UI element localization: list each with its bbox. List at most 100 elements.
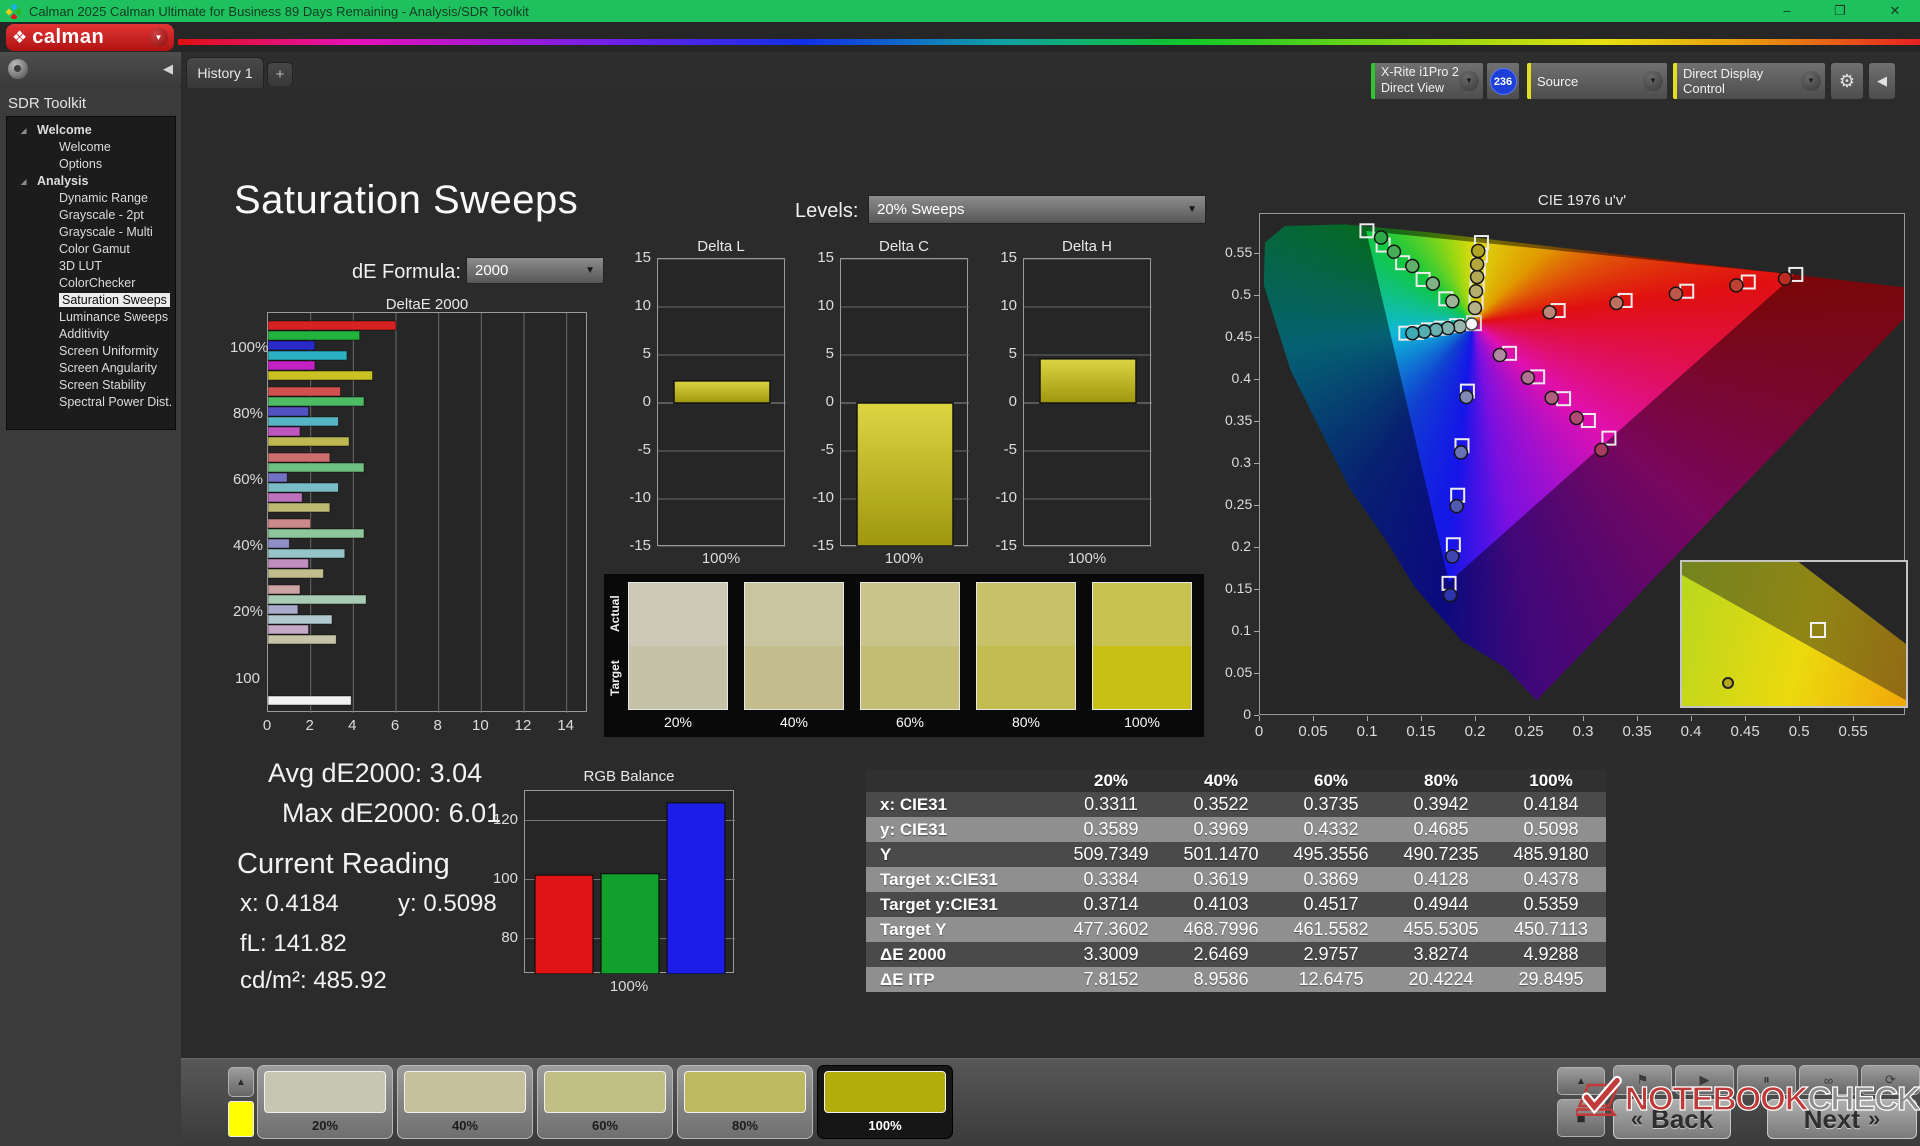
workflow-orb-button[interactable] (8, 59, 28, 79)
transport-loop-button[interactable]: ∞ (1799, 1065, 1858, 1095)
swatch-label: 80% (976, 714, 1076, 730)
sidebar-item-label: Analysis (37, 174, 88, 188)
sidebar-item-saturation-sweeps[interactable]: Saturation Sweeps (7, 292, 175, 309)
table-row-label: ΔE ITP (866, 970, 1056, 990)
table-row-label: Target y:CIE31 (866, 895, 1056, 915)
sidebar-item-colorchecker[interactable]: ColorChecker (7, 275, 175, 292)
delta_l-y-tick: -10 (613, 489, 651, 506)
sidebar-item-luminance-sweeps[interactable]: Luminance Sweeps (7, 309, 175, 326)
table-value-cell: 0.4103 (1166, 894, 1276, 915)
source-dropdown[interactable]: Source ▼ (1526, 62, 1668, 100)
cie-measured-red (1610, 296, 1623, 309)
minimize-button[interactable]: – (1770, 0, 1804, 22)
sidebar-item-analysis[interactable]: ◢ Analysis (7, 173, 175, 190)
cie-measured-yellow (1472, 244, 1485, 257)
settings-button[interactable]: ⚙ (1830, 62, 1864, 100)
table-row: ΔE ITP7.81528.958612.647520.422429.8495 (866, 967, 1606, 992)
delta_c-y-tick: 0 (796, 393, 834, 410)
sidebar-header: ◀ (0, 52, 181, 88)
close-button[interactable]: ✕ (1878, 0, 1912, 22)
pattern-up-button[interactable]: ▲ (228, 1067, 254, 1097)
calman-app: Calman 2025 Calman Ultimate for Business… (0, 0, 1920, 1146)
sidebar-item-dynamic-range[interactable]: Dynamic Range (7, 190, 175, 207)
next-button[interactable]: Next» (1767, 1099, 1917, 1139)
sidebar-item-welcome[interactable]: Welcome (7, 139, 175, 156)
chevron-down-icon[interactable]: ▼ (1643, 71, 1663, 91)
cie-y-tick: 0.05 (1225, 664, 1251, 680)
pattern-label: 60% (538, 1118, 672, 1133)
pattern-button-20%[interactable]: 20% (257, 1065, 393, 1139)
pattern-button-100%[interactable]: 100% (817, 1065, 953, 1139)
sidebar-item-screen-stability[interactable]: Screen Stability (7, 377, 175, 394)
cie-y-tickmark (1254, 589, 1259, 590)
cie-x-tickmark (1799, 716, 1800, 721)
pattern-color (404, 1071, 526, 1113)
sidebar-item-spectral-power-dist-[interactable]: Spectral Power Dist. (7, 394, 175, 411)
cie-x-tickmark (1421, 716, 1422, 721)
table-value-cell: 0.5098 (1496, 819, 1606, 840)
tab-history-1[interactable]: History 1 (186, 57, 264, 88)
sidebar-item-color-gamut[interactable]: Color Gamut (7, 241, 175, 258)
chevron-down-icon[interactable]: ▼ (1801, 71, 1821, 91)
deltae-x-tick: 0 (253, 717, 281, 734)
transport-flag-button[interactable]: ⚑ (1613, 1065, 1672, 1095)
sidebar-item-welcome[interactable]: ◢Welcome (7, 122, 175, 139)
calman-menu-button[interactable]: ❖ calman ▼ (6, 24, 174, 51)
transport-refresh-button[interactable]: ⟳ (1861, 1065, 1920, 1095)
cie-inset-target-square (1810, 622, 1826, 638)
sidebar-item-options[interactable]: Options (7, 156, 175, 173)
back-button[interactable]: «Back (1613, 1099, 1731, 1139)
swatch-actual (629, 583, 727, 646)
deltae-group-label: 100% (230, 339, 263, 356)
pattern-button-80%[interactable]: 80% (677, 1065, 813, 1139)
chevron-down-icon[interactable]: ▼ (149, 28, 168, 47)
cie-y-tickmark (1254, 715, 1259, 716)
pattern-button-60%[interactable]: 60% (537, 1065, 673, 1139)
sidebar-item-grayscale-multi[interactable]: Grayscale - Multi (7, 224, 175, 241)
transport-play-button[interactable]: ▶ (1675, 1065, 1734, 1095)
table-value-cell: 12.6475 (1276, 969, 1386, 990)
active-color-swatch[interactable] (228, 1101, 254, 1137)
delta_c-y-tick: -5 (796, 441, 834, 458)
sidebar-item-3d-lut[interactable]: 3D LUT (7, 258, 175, 275)
delta_h-y-tick: 0 (979, 393, 1017, 410)
swatch-label: 100% (1092, 714, 1192, 730)
add-tab-button[interactable]: + (267, 62, 293, 86)
chevron-down-icon[interactable]: ▼ (1459, 71, 1479, 91)
rgb-x-label: 100% (524, 978, 734, 995)
cie-measured-cyan (1418, 325, 1431, 338)
table-value-cell: 0.3589 (1056, 819, 1166, 840)
meter-count-badge[interactable]: 236 (1490, 68, 1517, 95)
sidebar-item-screen-angularity[interactable]: Screen Angularity (7, 360, 175, 377)
de-formula-select[interactable]: 2000▼ (466, 257, 604, 284)
sidebar-item-screen-uniformity[interactable]: Screen Uniformity (7, 343, 175, 360)
cie-y-tick: 0.15 (1225, 580, 1251, 596)
sidebar-item-grayscale-2pt[interactable]: Grayscale - 2pt (7, 207, 175, 224)
tree-expander-icon[interactable]: ◢ (21, 174, 26, 191)
display-control-dropdown[interactable]: Direct Display Control ▼ (1672, 62, 1826, 100)
meter-label: X-Rite i1Pro 2 Direct View (1375, 65, 1459, 96)
sidebar-item-label: Grayscale - Multi (59, 225, 153, 239)
tree-expander-icon[interactable]: ◢ (21, 123, 26, 140)
delta_l-title: Delta L (657, 238, 785, 255)
table-row: Y509.7349501.1470495.3556490.7235485.918… (866, 842, 1606, 867)
sidebar-item-label: Saturation Sweeps (59, 293, 170, 307)
pattern-button-40%[interactable]: 40% (397, 1065, 533, 1139)
cie-measured-red (1730, 279, 1743, 292)
sidebar-item-additivity[interactable]: Additivity (7, 326, 175, 343)
levels-select[interactable]: 20% Sweeps▼ (868, 195, 1206, 224)
restore-button[interactable]: ❐ (1823, 0, 1857, 22)
delta-c-chart: Delta C151050-5-10-15100% (796, 238, 972, 568)
delta_c-x-label: 100% (840, 550, 968, 567)
delta_c-plot (840, 258, 968, 546)
stop-button[interactable]: ■ (1557, 1099, 1605, 1137)
session-up-button[interactable]: ▲ (1557, 1067, 1605, 1095)
transport-pause-button[interactable]: ⏸ (1737, 1065, 1796, 1095)
panel-collapse-button[interactable]: ◀ (1868, 62, 1896, 100)
chevrons-left-icon: « (1631, 1106, 1643, 1132)
meter-dropdown[interactable]: X-Rite i1Pro 2 Direct View ▼ (1370, 62, 1484, 100)
cie-y-tick: 0.35 (1225, 412, 1251, 428)
sidebar-collapse-icon[interactable]: ◀ (163, 61, 173, 77)
cie-target-red (1742, 275, 1755, 288)
table-row: x: CIE310.33110.35220.37350.39420.4184 (866, 792, 1606, 817)
